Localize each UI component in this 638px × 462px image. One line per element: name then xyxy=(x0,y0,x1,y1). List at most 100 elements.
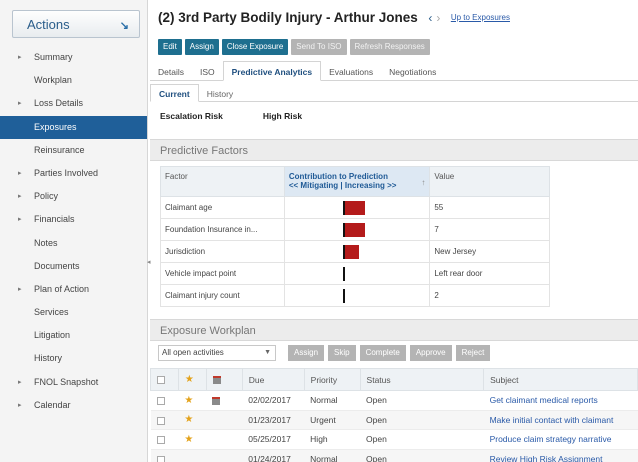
row-flag-cell: ★ xyxy=(178,390,207,411)
caret-right-icon[interactable]: ▸ xyxy=(18,394,22,417)
caret-right-icon[interactable]: ▸ xyxy=(18,185,22,208)
row-flag-cell xyxy=(178,449,207,462)
tab-evaluations[interactable]: Evaluations xyxy=(321,62,381,82)
activity-filter-select[interactable]: All open activities ▼ xyxy=(158,345,276,361)
contribution-bar xyxy=(344,245,359,259)
escalation-risk-label: Escalation Risk xyxy=(160,111,223,121)
close-exposure-button[interactable]: Close Exposure xyxy=(221,39,289,55)
row-flag-cell: ★ xyxy=(178,410,207,430)
caret-right-icon[interactable]: ▸ xyxy=(18,46,22,69)
status: Open xyxy=(360,429,484,450)
sidebar-item-fnol-snapshot[interactable]: ▸ FNOL Snapshot xyxy=(0,371,147,394)
sidebar-item-history[interactable]: History xyxy=(0,347,147,370)
factor-row: Jurisdiction New Jersey xyxy=(160,240,550,263)
table-row[interactable]: ★ 01/23/2017 Urgent Open Make initial contac… xyxy=(150,410,638,430)
sidebar-item-financials[interactable]: ▸ Financials xyxy=(0,208,147,231)
edit-button[interactable]: Edit xyxy=(158,39,182,55)
col-contribution[interactable]: Contribution to Prediction << Mitigating… xyxy=(283,166,431,197)
col-status[interactable]: Status xyxy=(359,368,485,391)
factor-name: Vehicle impact point xyxy=(160,262,285,285)
sidebar-item-notes[interactable]: Notes xyxy=(0,232,147,255)
sidebar-item-label: Litigation xyxy=(34,330,71,341)
caret-right-icon[interactable]: ▸ xyxy=(18,278,22,301)
caret-right-icon[interactable]: ▸ xyxy=(18,92,22,115)
subtab-history[interactable]: History xyxy=(199,85,241,103)
col-due[interactable]: Due xyxy=(241,368,305,391)
up-to-exposures-link[interactable]: Up to Exposures xyxy=(451,13,510,22)
sidebar-item-label: Plan of Action xyxy=(34,283,90,294)
caret-right-icon[interactable]: ▸ xyxy=(18,208,22,231)
refresh-responses-button: Refresh Responses xyxy=(349,39,430,55)
col-select-all[interactable] xyxy=(150,368,179,391)
subject-link[interactable]: Review High Risk Assignment xyxy=(483,449,638,462)
factor-value: Left rear door xyxy=(429,262,550,285)
escalation-risk: Escalation Risk High Risk xyxy=(160,111,302,121)
factor-name: Jurisdiction xyxy=(160,240,285,263)
assign-activity-button: Assign xyxy=(288,345,325,361)
factor-value: New Jersey xyxy=(429,240,550,263)
priority: Normal xyxy=(304,449,361,462)
table-row[interactable]: 01/24/2017 Normal Open Review High Risk Ass… xyxy=(150,449,638,462)
star-icon: ★ xyxy=(184,433,194,445)
next-icon[interactable]: › xyxy=(436,11,440,25)
sidebar-item-workplan[interactable]: Workplan xyxy=(0,69,147,92)
table-row[interactable]: ★ 02/02/2017 Normal Open Get claimant medica… xyxy=(150,390,638,411)
tab-negotiations[interactable]: Negotiations xyxy=(381,62,444,82)
caret-right-icon[interactable]: ▸ xyxy=(18,371,22,394)
sidebar-item-reinsurance[interactable]: Reinsurance xyxy=(0,139,147,162)
tab-details[interactable]: Details xyxy=(150,62,192,82)
sidebar-item-summary[interactable]: ▸ Summary xyxy=(0,46,147,69)
sidebar-item-litigation[interactable]: Litigation xyxy=(0,324,147,347)
predictive-factors-header: Predictive Factors xyxy=(150,139,638,161)
sidebar-item-policy[interactable]: ▸ Policy xyxy=(0,185,147,208)
contribution-bar xyxy=(344,201,365,215)
select-all-checkbox[interactable] xyxy=(157,376,165,385)
sidebar-item-documents[interactable]: Documents xyxy=(0,255,147,278)
sidebar-item-label: Notes xyxy=(34,237,58,248)
row-checkbox[interactable] xyxy=(156,397,165,405)
col-value[interactable]: Value xyxy=(429,166,550,197)
sidebar-item-label: Policy xyxy=(34,191,59,202)
col-subject[interactable]: Subject xyxy=(483,368,638,391)
sidebar-item-plan-of-action[interactable]: ▸ Plan of Action xyxy=(0,278,147,301)
col-factor[interactable]: Factor xyxy=(160,166,285,197)
due-date: 01/24/2017 xyxy=(242,449,305,462)
priority: Normal xyxy=(304,390,361,411)
assign-button[interactable]: Assign xyxy=(184,39,219,55)
sidebar-item-loss-details[interactable]: ▸ Loss Details xyxy=(0,92,147,115)
row-checkbox[interactable] xyxy=(156,416,165,425)
send-to-iso-button: Send To ISO xyxy=(291,39,347,55)
sidebar-item-label: Loss Details xyxy=(34,98,84,109)
sidebar-item-parties-involved[interactable]: ▸ Parties Involved xyxy=(0,162,147,185)
tab-bar: Details ISO Predictive Analytics Evaluation… xyxy=(150,61,638,81)
col-flag: ★ xyxy=(177,368,207,391)
sidebar-item-label: Calendar xyxy=(34,399,71,410)
sidebar: Actions ↘ ▸ Summary Workplan ▸ Loss Details E… xyxy=(0,0,151,462)
table-row[interactable]: ★ 05/25/2017 High Open Produce claim strateg… xyxy=(150,429,638,450)
subject-link[interactable]: Produce claim strategy narrative xyxy=(483,429,638,450)
sidebar-item-services[interactable]: Services xyxy=(0,301,147,324)
workplan-table: ★ Due Priority Status Subject ★ 02/02/201… xyxy=(150,368,638,462)
row-checkbox[interactable] xyxy=(156,455,165,462)
subject-link[interactable]: Make initial contact with claimant xyxy=(483,410,638,430)
sidebar-item-label: Documents xyxy=(34,260,80,271)
sidebar-item-exposures[interactable]: Exposures xyxy=(0,115,147,139)
tab-iso[interactable]: ISO xyxy=(192,62,223,82)
subject-link[interactable]: Get claimant medical reports xyxy=(483,390,638,411)
contribution-baseline xyxy=(342,289,345,303)
subtab-bar: Current History xyxy=(150,84,638,102)
previous-icon[interactable]: ‹ xyxy=(428,11,432,25)
tab-predictive-analytics[interactable]: Predictive Analytics xyxy=(222,61,322,81)
factor-value: 2 xyxy=(429,284,550,307)
factor-row: Claimant injury count 2 xyxy=(160,284,550,307)
record-nav: ‹ › xyxy=(428,11,440,25)
factor-name: Claimant injury count xyxy=(160,284,285,307)
actions-button[interactable]: Actions ↘ xyxy=(12,10,140,38)
col-priority[interactable]: Priority xyxy=(303,368,361,391)
star-icon: ★ xyxy=(184,394,194,406)
subtab-current[interactable]: Current xyxy=(150,84,199,102)
caret-right-icon[interactable]: ▸ xyxy=(18,162,22,185)
sidebar-item-calendar[interactable]: ▸ Calendar xyxy=(0,394,147,417)
priority: Urgent xyxy=(304,410,361,430)
row-checkbox[interactable] xyxy=(156,436,165,444)
